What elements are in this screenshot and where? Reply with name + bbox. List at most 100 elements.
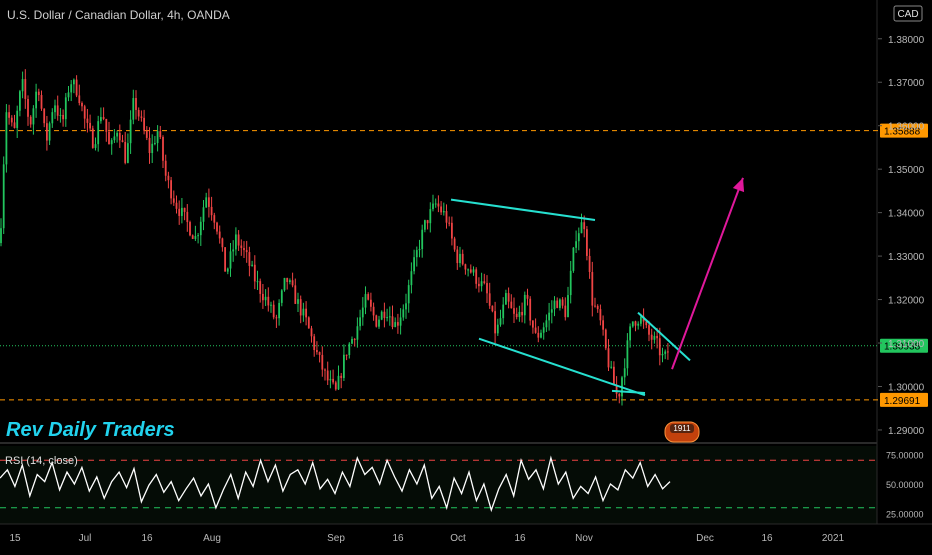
candle-body [631, 321, 634, 327]
candle-body [464, 264, 467, 270]
candle-body [515, 313, 518, 318]
candle-body [421, 229, 424, 250]
candle-body [564, 305, 567, 318]
candle-body [89, 122, 91, 129]
candle-body [442, 211, 445, 213]
candle-body [35, 91, 37, 109]
candle-body [334, 382, 337, 390]
candle-body [545, 320, 548, 328]
candle-body [145, 130, 148, 138]
candle-body [113, 136, 116, 141]
candle-body [199, 221, 202, 236]
y-tick-label: 1.35000 [888, 165, 925, 176]
candle-body [653, 335, 656, 340]
candle-body [332, 378, 334, 383]
candle-body [664, 351, 667, 354]
candle-body [634, 321, 637, 326]
candle-body [189, 222, 191, 236]
candle-body [413, 257, 415, 272]
candle-body [345, 354, 348, 356]
x-tick-label: Dec [696, 533, 714, 544]
candle-body [46, 123, 48, 141]
candle-body [375, 315, 378, 327]
candle-body [426, 220, 429, 224]
candle-body [448, 222, 451, 224]
candle-body [356, 326, 359, 340]
candle-body [110, 140, 113, 145]
candle-body [394, 322, 397, 327]
candle-body [588, 255, 591, 272]
rsi-y-tick-label: 50.00000 [886, 480, 924, 490]
x-tick-label: Jul [79, 533, 92, 544]
candle-body [151, 143, 154, 154]
candle-body [19, 91, 21, 111]
candle-body [604, 329, 607, 349]
candle-body [62, 114, 64, 120]
candle-body [16, 110, 19, 128]
candle-body [437, 203, 440, 207]
candle-body [580, 222, 583, 234]
candle-body [272, 304, 275, 318]
candle-body [569, 270, 572, 296]
candle-body [523, 294, 526, 316]
x-tick-label: 15 [9, 533, 21, 544]
event-badge-label: 1911 [673, 424, 691, 433]
candle-body [575, 241, 577, 248]
chart-canvas[interactable]: 1.358881.309381.29691 75.0000050.0000025… [0, 0, 932, 550]
candle-body [0, 228, 2, 244]
candle-body [143, 117, 145, 131]
candle-body [364, 294, 367, 308]
candle-body [518, 311, 521, 318]
candle-body [599, 309, 602, 321]
candle-body [488, 293, 491, 306]
candle-body [594, 305, 596, 307]
candle-body [494, 311, 496, 334]
event-badge-icon[interactable]: 1911 [664, 421, 700, 443]
candle-body [148, 137, 151, 154]
candle-body [429, 209, 432, 224]
candle-body [132, 98, 135, 120]
y-tick-label: 1.34000 [888, 209, 925, 220]
candle-body [218, 231, 221, 239]
candle-body [556, 300, 559, 308]
candle-body [235, 234, 237, 250]
candle-body [432, 203, 434, 210]
chart-title: U.S. Dollar / Canadian Dollar, 4h, OANDA [7, 8, 230, 22]
candle-body [97, 121, 100, 145]
candle-body [586, 229, 588, 256]
candle-body [402, 309, 405, 318]
candle-body [537, 332, 540, 338]
candle-body [256, 281, 259, 283]
candle-body [623, 368, 626, 378]
candle-body [118, 132, 121, 141]
candle-body [251, 264, 253, 266]
y-tick-label: 1.38000 [888, 35, 925, 46]
candle-body [216, 222, 218, 232]
candle-body [391, 316, 394, 327]
candle-body [610, 366, 613, 368]
candle-body [613, 366, 615, 386]
candle-body [181, 207, 183, 216]
candle-body [32, 108, 35, 125]
candle-body [70, 84, 73, 93]
candle-body [194, 236, 197, 239]
candle-body [78, 95, 81, 104]
candle-body [240, 245, 243, 249]
candle-body [262, 293, 264, 301]
candle-body [86, 118, 89, 123]
candle-body [348, 343, 351, 356]
candle-body [370, 299, 372, 307]
candle-body [399, 317, 402, 326]
candle-body [337, 375, 340, 390]
rsi-y-tick-label: 75.00000 [886, 450, 924, 460]
candle-body [607, 348, 610, 368]
candle-body [407, 285, 410, 304]
candle-body [361, 307, 364, 318]
candle-body [124, 142, 127, 163]
candle-body [135, 98, 137, 110]
candle-body [127, 143, 129, 163]
candle-body [43, 108, 46, 124]
candle-body [661, 353, 664, 356]
candle-body [75, 79, 78, 96]
candle-body [280, 290, 283, 303]
